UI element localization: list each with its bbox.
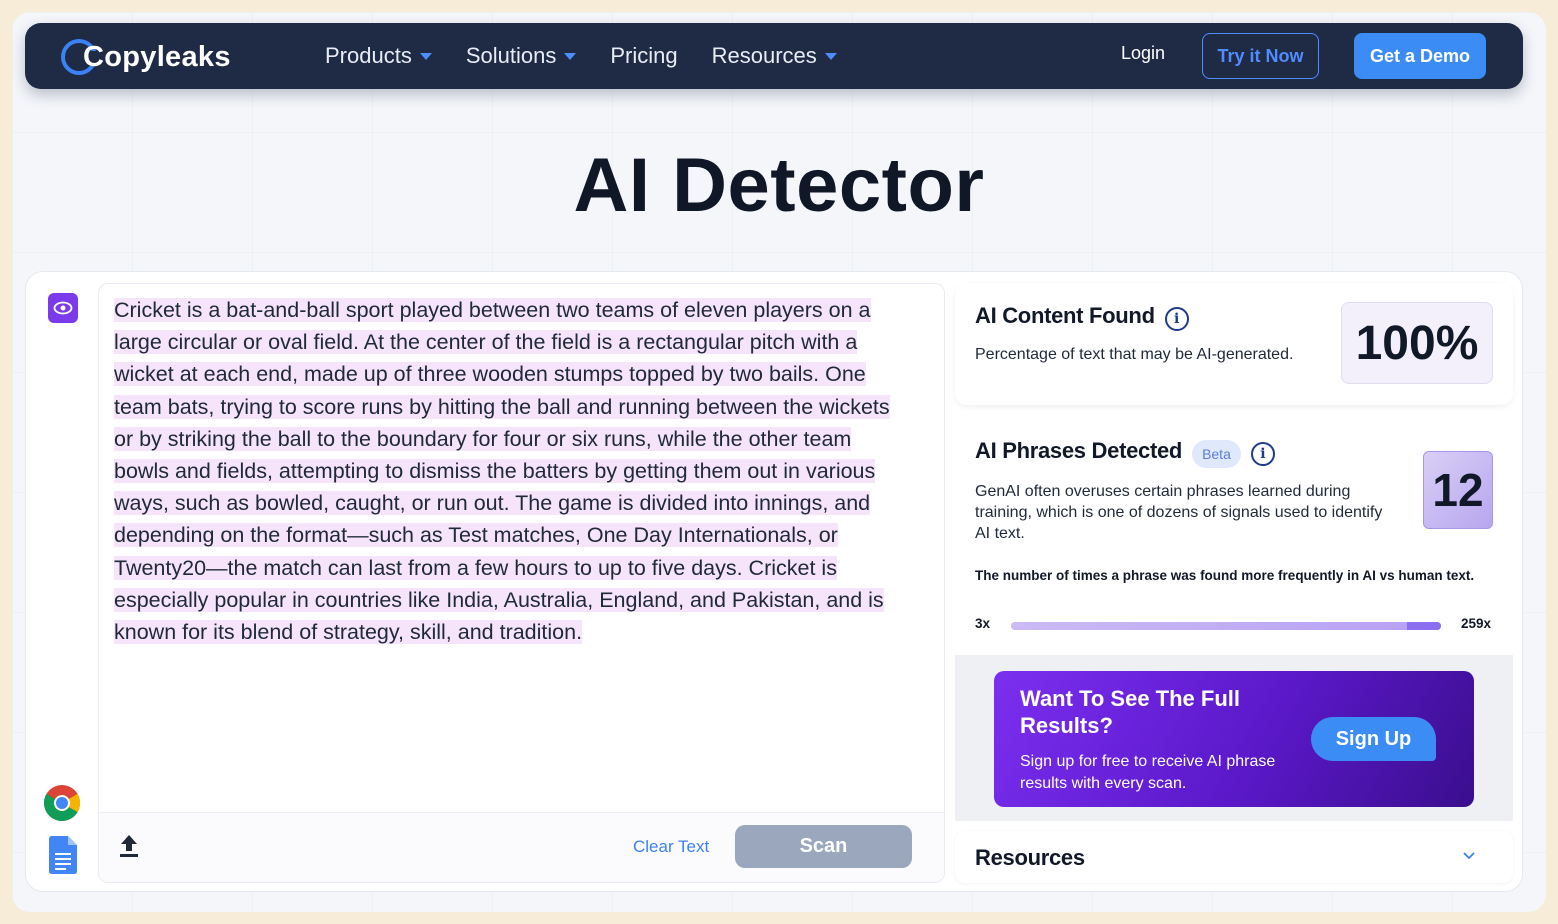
ai-phrases-title: AI Phrases Detected xyxy=(975,438,1183,463)
text-editor[interactable]: Cricket is a bat-and-ball sport played b… xyxy=(98,283,945,883)
highlighted-line: wicket at each end, made up of three woo… xyxy=(114,362,866,387)
highlighted-line: ways, such as bowled, caught, or run out… xyxy=(114,491,871,516)
promo-title: Want To See The Full Results? xyxy=(1020,686,1240,738)
detector-card: Cricket is a bat-and-ball sport played b… xyxy=(25,271,1523,892)
app-frame: Copyleaks Products Solutions Pricing Res… xyxy=(12,12,1546,912)
caret-down-icon xyxy=(419,52,432,60)
highlighted-line: bowls and fields, attempting to dismiss … xyxy=(114,459,876,484)
highlighted-line: team bats, trying to score runs by hitti… xyxy=(114,394,890,419)
promo-subtitle: Sign up for free to receive AI phrase re… xyxy=(1020,753,1276,792)
nav-item-label: Pricing xyxy=(610,43,678,68)
caret-down-icon xyxy=(564,52,577,60)
highlighted-line: known for its blend of strategy, skill, … xyxy=(114,620,583,645)
signup-promo: Want To See The Full Results? Sign up fo… xyxy=(994,671,1474,807)
resources-title: Resources xyxy=(975,845,1085,870)
chevron-down-icon xyxy=(1463,852,1475,860)
range-min: 3x xyxy=(975,616,991,631)
nav-menu: Products Solutions Pricing Resources xyxy=(325,23,871,89)
highlighted-line: Twenty20—the match can last from a few h… xyxy=(114,555,837,580)
upload-icon[interactable] xyxy=(117,833,141,859)
clear-text-button[interactable]: Clear Text xyxy=(633,837,709,857)
info-icon[interactable]: i xyxy=(1250,441,1275,466)
frequency-label: The number of times a phrase was found m… xyxy=(975,568,1475,583)
toggle-highlight-button[interactable] xyxy=(48,293,78,323)
scan-button[interactable]: Scan xyxy=(735,825,912,868)
nav-item-products[interactable]: Products xyxy=(325,43,432,69)
editor-footer: Clear Text Scan xyxy=(99,812,944,882)
highlighted-line: Cricket is a bat-and-ball sport played b… xyxy=(114,298,871,322)
sign-up-button[interactable]: Sign Up xyxy=(1311,717,1436,761)
promo-section: Want To See The Full Results? Sign up fo… xyxy=(955,655,1513,821)
ai-phrases-description: GenAI often overuses certain phrases lea… xyxy=(975,483,1383,542)
nav-item-resources[interactable]: Resources xyxy=(712,43,837,69)
caret-down-icon xyxy=(824,52,837,60)
nav-item-label: Products xyxy=(325,43,412,68)
ai-content-title: AI Content Found xyxy=(975,303,1155,328)
login-link[interactable]: Login xyxy=(1121,43,1165,64)
highlighted-line: large circular or oval field. At the cen… xyxy=(114,330,858,355)
ai-percentage: 100% xyxy=(1341,302,1493,384)
ai-content-description: Percentage of text that may be AI-genera… xyxy=(975,346,1294,363)
editor-text[interactable]: Cricket is a bat-and-ball sport played b… xyxy=(114,294,914,648)
chrome-extension-icon[interactable] xyxy=(43,784,81,822)
eye-icon xyxy=(53,301,73,315)
logo-text: Copyleaks xyxy=(83,40,231,73)
page-title: AI Detector xyxy=(573,143,985,228)
frequency-bar-fill xyxy=(1011,622,1441,630)
try-it-now-button[interactable]: Try it Now xyxy=(1202,33,1319,79)
copyleaks-logo[interactable]: Copyleaks xyxy=(61,37,231,77)
ai-phrases-header: AI Phrases Detected Beta i xyxy=(975,438,1275,468)
beta-badge: Beta xyxy=(1192,439,1241,468)
range-max: 259x xyxy=(1461,616,1492,631)
nav-item-label: Resources xyxy=(711,43,817,68)
nav-item-label: Solutions xyxy=(465,43,557,68)
resources-accordion[interactable]: Resources xyxy=(955,831,1513,883)
highlighted-line: or by striking the ball to the boundary … xyxy=(114,426,852,451)
info-icon[interactable]: i xyxy=(1164,306,1189,331)
ai-content-header: AI Content Found i xyxy=(975,303,1189,331)
top-navbar: Copyleaks Products Solutions Pricing Res… xyxy=(25,23,1523,89)
nav-item-solutions[interactable]: Solutions xyxy=(466,43,577,69)
get-a-demo-button[interactable]: Get a Demo xyxy=(1354,33,1486,79)
ai-content-box: AI Content Found i Percentage of text tha… xyxy=(955,283,1513,405)
nav-item-pricing[interactable]: Pricing xyxy=(610,43,677,69)
highlighted-line: especially popular in countries like Ind… xyxy=(114,587,884,612)
ai-phrases-count: 12 xyxy=(1423,451,1493,529)
google-docs-icon[interactable] xyxy=(49,836,77,874)
frequency-bar xyxy=(1011,622,1441,630)
highlighted-line: depending on the format—such as Test mat… xyxy=(114,523,838,548)
